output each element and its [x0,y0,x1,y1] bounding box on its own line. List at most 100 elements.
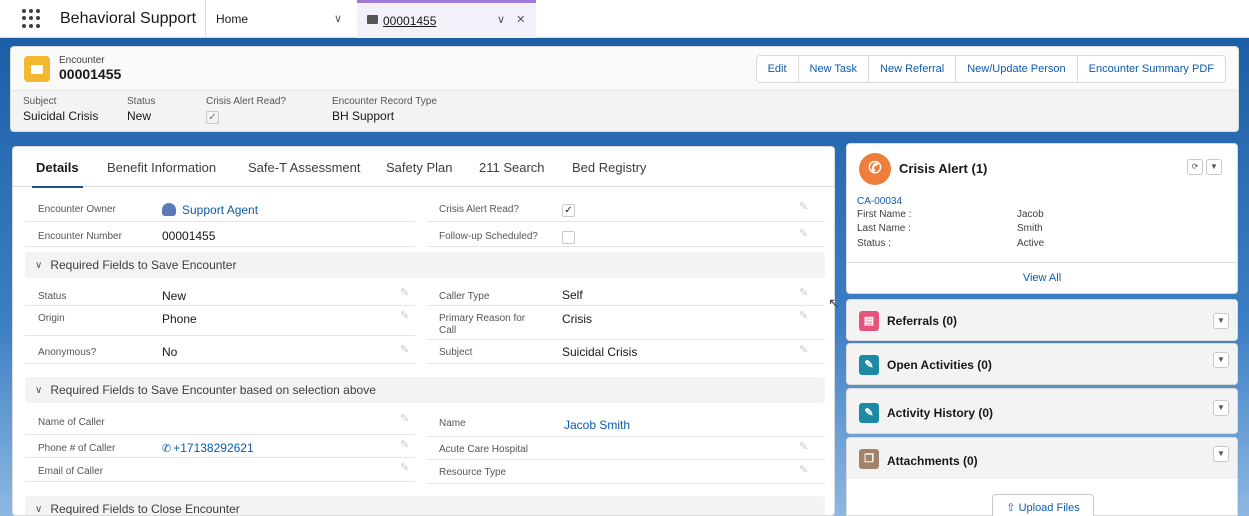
ca-label-last-name: Last Name : [857,223,911,234]
phone-link[interactable]: ✆ +17138292621 [162,441,254,455]
highlight-status: Status New [127,96,156,123]
pencil-icon[interactable]: ✎ [799,286,808,299]
upload-files-button[interactable]: ⇧ Upload Files [992,494,1094,516]
pencil-icon[interactable]: ✎ [400,286,409,299]
ca-value-first-name: Jacob [1017,209,1044,220]
pencil-icon[interactable]: ✎ [799,343,808,356]
record-tabs: Details Benefit Information Safe-T Asses… [13,147,834,188]
encounter-summary-pdf-button[interactable]: Encounter Summary PDF [1076,56,1225,82]
crisis-alert-record-link[interactable]: CA-00034 [857,196,902,207]
checkbox-checked-icon: ✓ [562,204,575,217]
wrench-icon: ✎ [859,403,879,423]
record-highlights: Encounter 00001455 Edit New Task New Ref… [10,46,1239,132]
global-nav: Behavioral Support Home ∨ 00001455 ∨ ✕ [0,0,1249,38]
pencil-icon[interactable]: ✎ [400,309,409,322]
activity-history-card: ✎ Activity History (0) ▼ [846,388,1238,434]
action-buttons: Edit New Task New Referral New/Update Pe… [755,55,1226,83]
field-label-caller-type: Caller Type [439,291,490,302]
referrals-title[interactable]: Referrals (0) [887,314,957,328]
refresh-icon[interactable]: ⟳ [1187,159,1203,175]
checkbox-checked-icon: ✓ [206,111,219,124]
briefcase-icon [367,15,378,24]
app-name: Behavioral Support [60,9,197,27]
name-link[interactable]: Jacob Smith [564,418,630,432]
view-all-link[interactable]: View All [847,262,1237,292]
highlight-record-type: Encounter Record Type BH Support [332,96,437,123]
activity-history-title[interactable]: Activity History (0) [887,406,993,420]
tab-record-label: 00001455 [383,13,437,28]
field-label-acute-care-hospital: Acute Care Hospital [439,444,528,455]
ca-value-status: Active [1017,238,1045,249]
attachments-title[interactable]: Attachments (0) [887,454,978,468]
field-value-caller-type: Self [562,288,583,302]
field-label-encounter-number: Encounter Number [38,231,122,242]
referrals-icon: ▤ [859,311,879,331]
pencil-icon[interactable]: ✎ [799,463,808,476]
field-label-crisis-alert-read: Crisis Alert Read? [439,204,520,215]
chevron-down-icon: ∨ [35,384,43,396]
tab-record[interactable]: 00001455 ∨ ✕ [357,0,536,38]
tab-safety-plan[interactable]: Safety Plan [386,160,453,175]
ca-value-last-name: Smith [1017,223,1043,234]
field-label-subject: Subject [439,347,473,358]
encounter-owner-link[interactable]: Support Agent [162,203,258,217]
tab-details[interactable]: Details [32,160,83,188]
pencil-icon[interactable]: ✎ [799,227,808,240]
encounter-icon [24,55,50,82]
section-required-close[interactable]: ∨ Required Fields to Close Encounter [25,496,825,515]
pencil-icon[interactable]: ✎ [400,343,409,356]
crisis-alert-title[interactable]: Crisis Alert (1) [899,161,987,176]
field-value-origin: Phone [162,312,197,326]
attachment-icon: ❐ [859,449,879,469]
field-label-primary-reason: Primary Reason for Call [439,313,526,336]
section-required-save-selection[interactable]: ∨ Required Fields to Save Encounter base… [25,377,825,403]
chevron-down-icon[interactable]: ▼ [1213,352,1229,368]
chevron-down-icon[interactable]: ▼ [1206,159,1222,175]
field-label-follow-up-scheduled: Follow-up Scheduled? [439,231,538,242]
field-label-name-of-caller: Name of Caller [38,417,105,428]
pencil-icon[interactable]: ✎ [799,440,808,453]
chevron-down-icon[interactable]: ▼ [1213,400,1229,416]
attachments-card: ❐ Attachments (0) ▼ ⇧ Upload Files [846,437,1238,516]
ca-label-first-name: First Name : [857,209,912,220]
chevron-down-icon[interactable]: ∨ [334,12,342,25]
pencil-icon[interactable]: ✎ [400,412,409,425]
referrals-card: ▤ Referrals (0) ▼ [846,299,1238,341]
user-icon [162,203,176,216]
wrench-icon: ✎ [859,355,879,375]
details-panel: Details Benefit Information Safe-T Asses… [12,146,835,516]
pencil-icon[interactable]: ✎ [400,438,409,451]
new-task-button[interactable]: New Task [797,56,868,82]
tab-home[interactable]: Home ∨ [205,0,357,38]
tab-211-search[interactable]: 211 Search [479,160,545,175]
field-label-phone-of-caller: Phone # of Caller [38,443,116,454]
field-label-encounter-owner: Encounter Owner [38,204,116,215]
tab-safe-t-assessment[interactable]: Safe-T Assessment [248,160,360,175]
open-activities-title[interactable]: Open Activities (0) [887,358,992,372]
chevron-down-icon[interactable]: ▼ [1213,313,1229,329]
field-label-anonymous: Anonymous? [38,347,97,358]
tab-bed-registry[interactable]: Bed Registry [572,160,646,175]
object-type: Encounter [59,55,105,66]
pencil-icon[interactable]: ✎ [799,309,808,322]
app-launcher-icon[interactable] [22,8,42,29]
section-required-save[interactable]: ∨ Required Fields to Save Encounter [25,252,825,278]
field-value-encounter-number: 00001455 [162,229,216,243]
tab-benefit-information[interactable]: Benefit Information [107,160,216,175]
tab-controls[interactable]: ∨ ✕ [497,13,529,26]
chevron-down-icon[interactable]: ▼ [1213,446,1229,462]
pencil-icon[interactable]: ✎ [799,200,808,213]
new-update-person-button[interactable]: New/Update Person [955,56,1076,82]
megaphone-icon: ✆ [859,153,891,185]
new-referral-button[interactable]: New Referral [868,56,955,82]
highlight-subject: Subject Suicidal Crisis [23,96,99,123]
field-label-resource-type: Resource Type [439,467,507,478]
field-value-primary-reason: Crisis [562,312,592,326]
field-label-name: Name [439,418,466,429]
edit-button[interactable]: Edit [757,56,798,82]
field-value-subject: Suicidal Crisis [562,345,638,359]
chevron-down-icon: ∨ [35,503,43,515]
tab-home-label: Home [216,12,249,26]
chevron-down-icon: ∨ [35,259,43,271]
pencil-icon[interactable]: ✎ [400,461,409,474]
